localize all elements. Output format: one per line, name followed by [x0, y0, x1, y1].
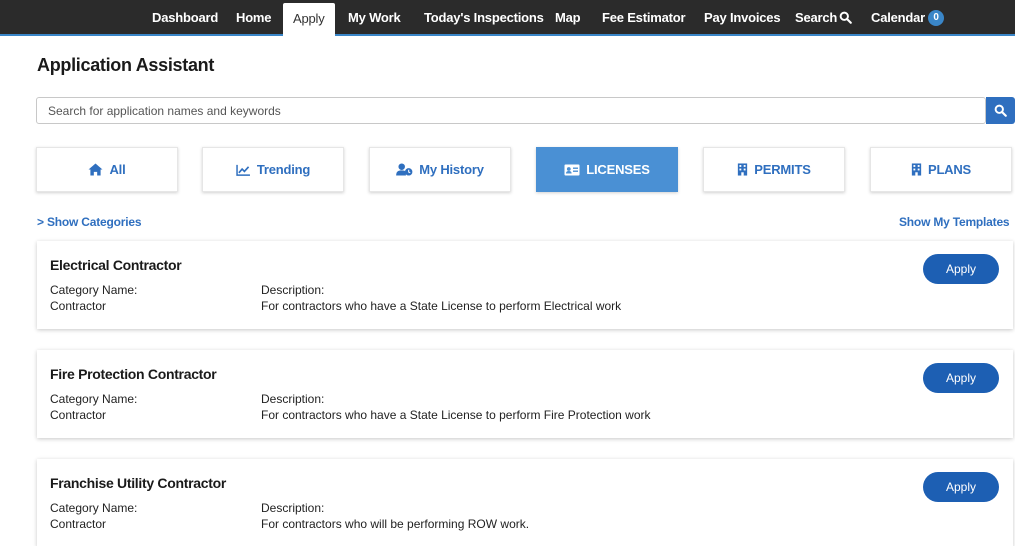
filter-trending-button[interactable]: Trending [202, 147, 344, 192]
search-icon [994, 104, 1007, 117]
category-value: Contractor [50, 408, 107, 422]
building-icon [911, 163, 922, 176]
description-value: For contractors who will be performing R… [261, 517, 530, 531]
nav-search[interactable]: Search [795, 0, 853, 36]
search-bar [36, 97, 986, 124]
filter-trending-label: Trending [256, 162, 311, 177]
user-clock-icon [396, 163, 413, 176]
line-chart-icon [236, 164, 250, 176]
category-value: Contractor [50, 517, 107, 531]
nav-apply[interactable]: Apply [283, 3, 335, 36]
category-name-label: Category Name: [50, 283, 138, 297]
category-name-label: Category Name: [50, 501, 138, 515]
nav-home[interactable]: Home [236, 0, 272, 36]
search-icon [839, 11, 853, 24]
nav-dashboard[interactable]: Dashboard [152, 0, 218, 36]
filter-my-history-button[interactable]: My History [369, 147, 511, 192]
page-title: Application Assistant [37, 55, 215, 75]
nav-search-label: Search [795, 10, 838, 25]
search-button[interactable] [986, 97, 1015, 124]
result-title: Electrical Contractor [50, 257, 182, 273]
nav-pay-invoices[interactable]: Pay Invoices [704, 0, 781, 36]
filter-permits-button[interactable]: PERMITS [703, 147, 845, 192]
filter-plans-label: PLANS [927, 162, 972, 177]
nav-fee-estimator[interactable]: Fee Estimator [602, 0, 686, 36]
filter-all-label: All [109, 162, 126, 177]
category-value: Contractor [50, 299, 107, 313]
result-card: Electrical Contractor Category Name: Con… [37, 241, 1013, 329]
filter-licenses-label: LICENSES [586, 162, 650, 177]
calendar-count-badge: 0 [928, 9, 945, 26]
id-card-icon [564, 164, 580, 175]
apply-button[interactable]: Apply [923, 472, 999, 502]
result-title: Fire Protection Contractor [50, 366, 217, 382]
top-navigation-bar: Dashboard Home Apply My Work Today's Ins… [0, 0, 1015, 36]
home-icon [89, 163, 103, 176]
filter-permits-label: PERMITS [754, 162, 811, 177]
description-value: For contractors who have a State License… [261, 408, 651, 422]
result-card: Franchise Utility Contractor Category Na… [37, 459, 1013, 546]
filter-my-history-label: My History [419, 162, 484, 177]
description-label: Description: [261, 501, 325, 515]
search-input[interactable] [37, 98, 985, 123]
description-value: For contractors who have a State License… [261, 299, 622, 313]
description-label: Description: [261, 283, 325, 297]
show-my-templates-link[interactable]: Show My Templates [899, 215, 1010, 229]
show-categories-link[interactable]: > Show Categories [37, 215, 141, 229]
filter-licenses-button[interactable]: LICENSES [536, 147, 678, 192]
apply-button[interactable]: Apply [923, 254, 999, 284]
result-card: Fire Protection Contractor Category Name… [37, 350, 1013, 438]
building-icon [738, 163, 748, 176]
nav-calendar-label: Calendar [871, 10, 926, 25]
nav-todays-inspections[interactable]: Today's Inspections [424, 0, 544, 36]
result-title: Franchise Utility Contractor [50, 475, 226, 491]
apply-button[interactable]: Apply [923, 363, 999, 393]
filter-plans-button[interactable]: PLANS [870, 147, 1012, 192]
nav-calendar[interactable]: Calendar 0 [871, 0, 945, 36]
category-name-label: Category Name: [50, 392, 138, 406]
filter-all-button[interactable]: All [36, 147, 178, 192]
nav-my-work[interactable]: My Work [348, 0, 401, 36]
description-label: Description: [261, 392, 325, 406]
nav-map[interactable]: Map [555, 0, 581, 36]
